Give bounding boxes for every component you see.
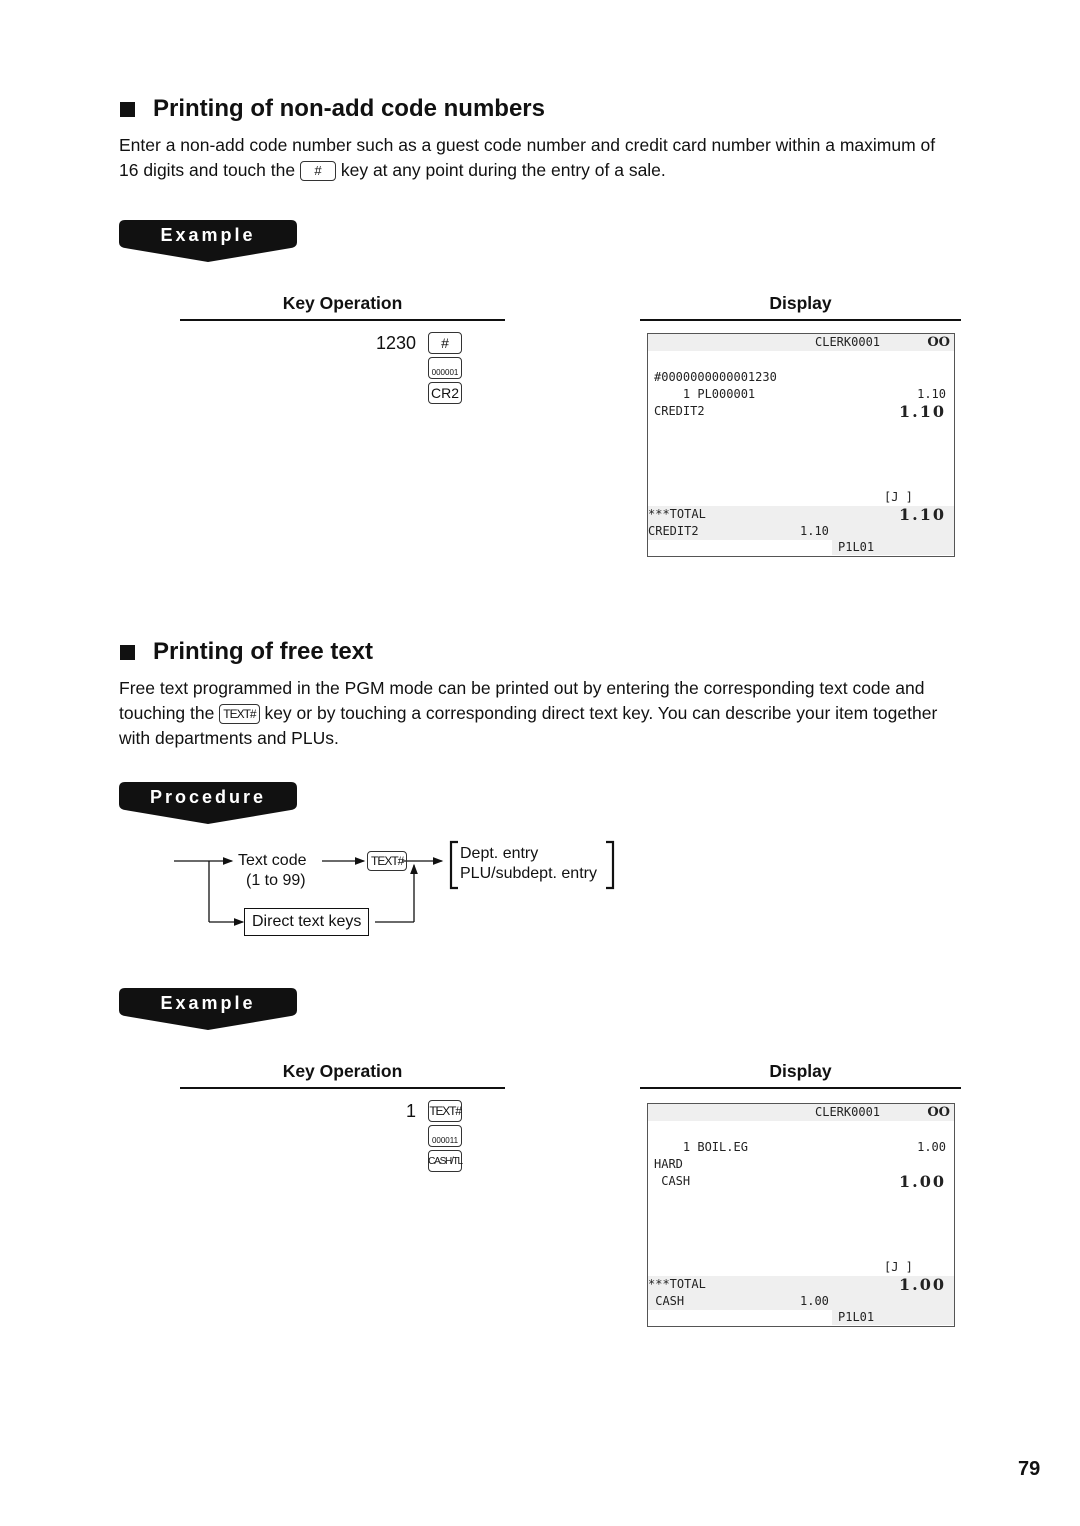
procedure-flow-diagram: Text code (1 to 99) TEXT# Direct text ke… bbox=[160, 835, 630, 945]
lcd-amount: 1.10 bbox=[899, 402, 946, 421]
procedure-banner: Procedure bbox=[119, 782, 297, 824]
lcd-text: 1 PL000001 bbox=[654, 387, 756, 401]
text-code-range: (1 to 99) bbox=[246, 872, 306, 889]
bullet-square-icon bbox=[120, 101, 135, 117]
clerk-label: CLERK0001 bbox=[815, 335, 881, 349]
text-key[interactable]: TEXT# bbox=[367, 851, 408, 871]
lcd-text: 1 BOIL.EG bbox=[654, 1140, 748, 1154]
key-sequence: 1 TEXT# 000011 CASH/TL bbox=[360, 1100, 463, 1172]
lcd-line: 1 BOIL.EG 1.00 bbox=[648, 1139, 954, 1156]
lcd-line: #0000000000001230 bbox=[648, 369, 954, 386]
paragraph-line: 16 digits and touch the # key at any poi… bbox=[119, 158, 1019, 183]
lcd-text: CREDIT2 bbox=[654, 404, 705, 418]
lcd-header: CLERK0001 OO bbox=[648, 1104, 954, 1121]
cr2-key[interactable]: CR2 bbox=[428, 382, 462, 404]
direct-text-keys-box[interactable]: Direct text keys bbox=[244, 908, 370, 936]
text-key-icon: TEXT# bbox=[219, 704, 260, 725]
mode-icon: OO bbox=[927, 1105, 950, 1120]
journal-indicator: [J ] bbox=[884, 490, 913, 504]
tender-label: CREDIT2 bbox=[648, 524, 699, 538]
clerk-label: CLERK0001 bbox=[815, 1105, 881, 1119]
lcd-line: [J ] bbox=[648, 1259, 954, 1276]
tender-value: 1.10 bbox=[800, 524, 829, 538]
page-number: 79 bbox=[1018, 1458, 1041, 1480]
lcd-total-row: ***TOTAL 1.10 bbox=[648, 506, 954, 523]
divider bbox=[180, 1087, 505, 1089]
banner-label: Example bbox=[160, 225, 256, 245]
text-code-label: Text code bbox=[238, 852, 307, 869]
lcd-amount: 1.00 bbox=[917, 1140, 946, 1154]
divider bbox=[640, 1087, 961, 1089]
key-operation-header: Key Operation bbox=[282, 1061, 403, 1081]
lcd-line: HARD bbox=[648, 1156, 954, 1173]
cash-total-key[interactable]: CASH/TL bbox=[428, 1150, 463, 1172]
section-title: Printing of free text bbox=[153, 638, 374, 665]
lcd-text: CASH bbox=[654, 1174, 691, 1188]
lcd-header: CLERK0001 OO bbox=[648, 334, 954, 351]
lcd-total-row: ***TOTAL 1.00 bbox=[648, 1276, 954, 1293]
banner-label: Example bbox=[160, 993, 256, 1013]
text-span: key or by touching a corresponding direc… bbox=[264, 703, 938, 723]
plu-key[interactable]: 000011 bbox=[428, 1125, 462, 1147]
footer-label: P1L01 bbox=[838, 540, 875, 554]
paragraph-line: with departments and PLUs. bbox=[119, 728, 339, 748]
text-span: touching the bbox=[119, 703, 215, 723]
plu-key[interactable]: 000001 bbox=[428, 357, 462, 379]
lcd-tender-row: CREDIT2 1.10 bbox=[648, 523, 954, 540]
text-span: 16 digits and touch the bbox=[119, 160, 296, 180]
section-title: Printing of non-add code numbers bbox=[153, 95, 545, 122]
dept-entry-option: Dept. entry bbox=[460, 845, 539, 862]
example-banner: Example bbox=[119, 988, 297, 1030]
lcd-line: CASH 1.00 bbox=[648, 1173, 954, 1190]
display-header: Display bbox=[769, 1061, 832, 1081]
display-header: Display bbox=[769, 293, 832, 313]
paragraph-line: touching the TEXT# key or by touching a … bbox=[119, 701, 1019, 726]
mode-icon: OO bbox=[927, 335, 950, 350]
example-banner: Example bbox=[119, 220, 297, 262]
lcd-display: CLERK0001 OO #0000000000001230 1 PL00000… bbox=[647, 333, 955, 557]
paragraph-line: Enter a non-add code number such as a gu… bbox=[119, 135, 936, 155]
total-value: 1.00 bbox=[899, 1275, 946, 1294]
lcd-amount: 1.00 bbox=[899, 1172, 946, 1191]
entry-value: 1 bbox=[405, 1100, 416, 1121]
divider bbox=[180, 319, 505, 321]
lcd-line: CREDIT2 1.10 bbox=[648, 403, 954, 420]
lcd-tender-row: CASH 1.00 bbox=[648, 1293, 954, 1310]
lcd-line: 1 PL000001 1.10 bbox=[648, 386, 954, 403]
section-heading-free-text: Printing of free text bbox=[120, 638, 373, 666]
total-label: ***TOTAL bbox=[648, 1277, 706, 1291]
lcd-text: #0000000000001230 bbox=[654, 370, 777, 384]
journal-indicator: [J ] bbox=[884, 1260, 913, 1274]
key-sequence: 1230 # 000001 CR2 bbox=[360, 332, 462, 404]
section-description: Free text programmed in the PGM mode can… bbox=[119, 676, 1019, 751]
lcd-line: [J ] bbox=[648, 489, 954, 506]
section-description: Enter a non-add code number such as a gu… bbox=[119, 133, 1019, 183]
lcd-display: CLERK0001 OO 1 BOIL.EG 1.00 HARD CASH 1.… bbox=[647, 1103, 955, 1327]
text-key[interactable]: TEXT# bbox=[428, 1100, 462, 1122]
banner-label: Procedure bbox=[149, 787, 267, 807]
plu-entry-option: PLU/subdept. entry bbox=[460, 865, 597, 882]
total-label: ***TOTAL bbox=[648, 507, 706, 521]
total-value: 1.10 bbox=[899, 505, 946, 524]
entry-value: 1230 bbox=[375, 332, 416, 353]
hash-key[interactable]: # bbox=[428, 332, 462, 354]
section-heading-non-add-code: Printing of non-add code numbers bbox=[120, 95, 545, 123]
tender-value: 1.00 bbox=[800, 1294, 829, 1308]
divider bbox=[640, 319, 961, 321]
footer-label: P1L01 bbox=[838, 1310, 875, 1324]
lcd-footer: P1L01 bbox=[648, 1310, 954, 1325]
tender-label: CASH bbox=[648, 1294, 685, 1308]
key-operation-header: Key Operation bbox=[282, 293, 403, 313]
lcd-text: HARD bbox=[654, 1157, 683, 1171]
text-span: key at any point during the entry of a s… bbox=[340, 160, 666, 180]
bullet-square-icon bbox=[120, 644, 135, 660]
paragraph-line: Free text programmed in the PGM mode can… bbox=[119, 678, 925, 698]
lcd-amount: 1.10 bbox=[917, 387, 946, 401]
lcd-footer: P1L01 bbox=[648, 540, 954, 555]
hash-key-icon: # bbox=[299, 161, 336, 182]
